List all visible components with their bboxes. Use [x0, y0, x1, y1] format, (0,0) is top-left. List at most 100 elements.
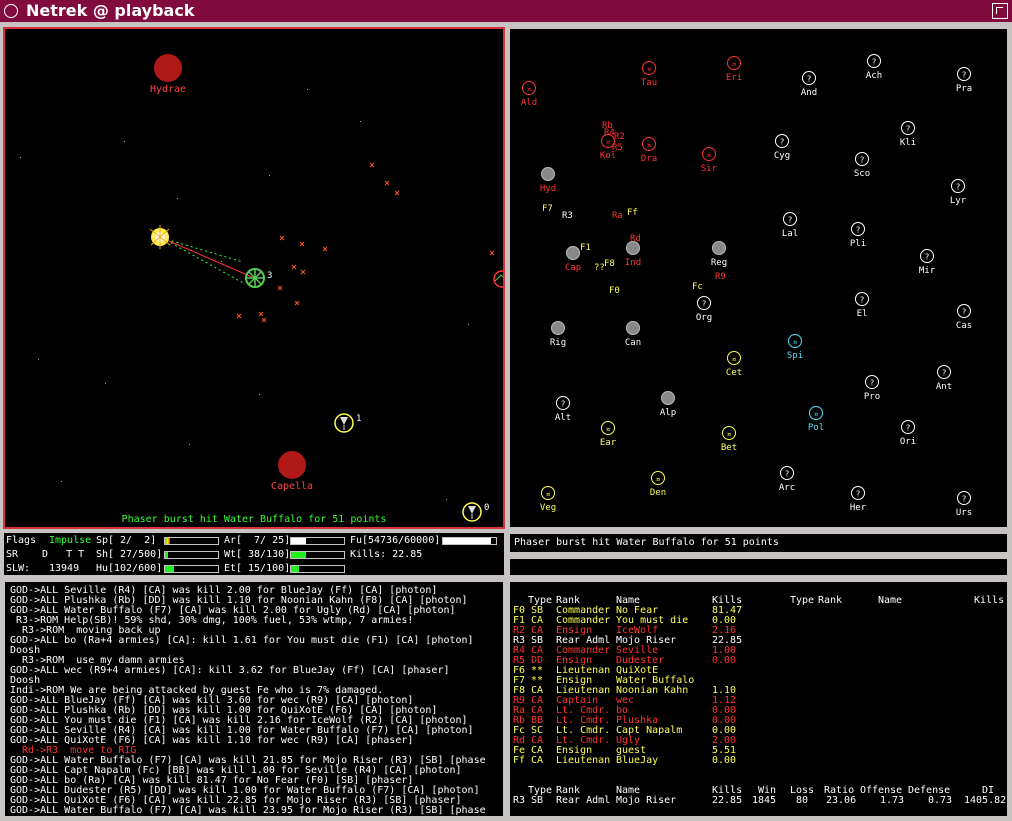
- galactic-ship-label[interactable]: Ff: [627, 208, 638, 218]
- planet-and-icon[interactable]: ?: [802, 71, 816, 85]
- svg-text:¤: ¤: [814, 410, 819, 419]
- planet-capella-icon[interactable]: [278, 451, 306, 479]
- galactic-ship-label[interactable]: R2: [614, 132, 625, 142]
- planet-lal-icon[interactable]: ?: [783, 212, 797, 226]
- planet-lyr-icon[interactable]: ?: [951, 179, 965, 193]
- svg-text:?: ?: [860, 156, 865, 165]
- planet-pra-icon[interactable]: ?: [957, 67, 971, 81]
- player-kills: 0.00: [712, 655, 737, 666]
- flags-value: Impulse: [49, 535, 92, 546]
- galactic-ship-label[interactable]: F8: [604, 259, 615, 269]
- engine-temp-bar: [290, 565, 345, 573]
- galactic-ship-label[interactable]: R9: [715, 272, 726, 282]
- planet-sir-icon[interactable]: ¤: [702, 147, 716, 161]
- planet-label: Hyd: [540, 184, 556, 194]
- federation-ship-icon[interactable]: [334, 413, 354, 433]
- planet-cas-icon[interactable]: ?: [957, 304, 971, 318]
- planet-label: Mir: [919, 266, 936, 276]
- galactic-ship-label[interactable]: Ra: [612, 211, 623, 221]
- planet-label: Alp: [660, 408, 676, 418]
- planet-spi-icon[interactable]: ¤: [788, 334, 802, 348]
- svg-text:?: ?: [807, 75, 812, 84]
- svg-text:?: ?: [872, 58, 877, 67]
- planet-alp-icon[interactable]: [661, 391, 675, 405]
- player-rank: Lieutenan: [556, 755, 611, 766]
- header-name-2: Name: [878, 595, 903, 606]
- galactic-ship-label[interactable]: F7: [542, 204, 553, 214]
- review-message: GOD->ALL wec (R9+4 armies) [CA]: kill 3.…: [10, 665, 450, 676]
- warning-text: Phaser burst hit Water Buffalo for 51 po…: [514, 537, 779, 548]
- planet-label: Org: [696, 313, 712, 323]
- speed-bar: [164, 537, 219, 545]
- summary-type: SB: [531, 795, 544, 806]
- weapon-temp-value: 38/130]: [242, 549, 291, 560]
- planet-ach-icon[interactable]: ?: [867, 54, 881, 68]
- planet-eri-icon[interactable]: ¤: [727, 56, 741, 70]
- planet-ald-icon[interactable]: ¤: [522, 81, 536, 95]
- planet-label: Can: [625, 338, 641, 348]
- planet-cyg-icon[interactable]: ?: [775, 134, 789, 148]
- speed-value: 2/ 2]: [114, 535, 157, 546]
- summary-win: 1845: [752, 795, 777, 806]
- svg-text:¤: ¤: [732, 355, 737, 364]
- planet-org-icon[interactable]: ?: [697, 296, 711, 310]
- planet-bet-icon[interactable]: ¤: [722, 426, 736, 440]
- player-kills: 0.00: [712, 755, 737, 766]
- planet-kli-icon[interactable]: ?: [901, 121, 915, 135]
- planet-cet-icon[interactable]: ¤: [727, 351, 741, 365]
- player-id: Ff: [513, 755, 526, 766]
- svg-text:?: ?: [856, 226, 861, 235]
- planet-hyd-icon[interactable]: [541, 167, 555, 181]
- planet-can-icon[interactable]: [626, 321, 640, 335]
- planet-urs-icon[interactable]: ?: [957, 491, 971, 505]
- ship-label: 0: [484, 503, 489, 513]
- planet-dra-icon[interactable]: ¤: [642, 137, 656, 151]
- planet-reg-icon[interactable]: [712, 241, 726, 255]
- edge-ship-icon[interactable]: [493, 270, 503, 288]
- galactic-ship-label[interactable]: Rd: [630, 234, 641, 244]
- planet-rig-icon[interactable]: [551, 321, 565, 335]
- galactic-ship-label[interactable]: F0: [609, 286, 620, 296]
- planet-label: Lyr: [950, 196, 967, 206]
- planet-her-icon[interactable]: ?: [851, 486, 865, 500]
- planet-hydrae-icon[interactable]: [154, 54, 182, 82]
- galactic-ship-label[interactable]: R5: [612, 143, 623, 153]
- planet-hydrae-label: Hydrae: [150, 84, 186, 95]
- planet-pli-icon[interactable]: ?: [851, 222, 865, 236]
- planet-alt-icon[interactable]: ?: [556, 396, 570, 410]
- planet-ant-icon[interactable]: ?: [937, 365, 951, 379]
- window-menu-icon[interactable]: [4, 4, 18, 18]
- review-message: GOD->ALL Water Buffalo (F7) [CA] was kil…: [10, 805, 486, 816]
- tactical-map[interactable]: Hydrae Capella 3 1 0 Phaser burst hit Wa…: [3, 27, 505, 529]
- starbase-ship-icon[interactable]: [245, 268, 265, 288]
- planet-label: Ach: [866, 71, 882, 81]
- federation-ship-icon[interactable]: [462, 502, 482, 522]
- message-input-window[interactable]: [508, 557, 1009, 577]
- phaser-beam: [161, 237, 253, 278]
- planet-tau-icon[interactable]: ¤: [642, 61, 656, 75]
- planet-label: Ear: [600, 438, 617, 448]
- galactic-ship-label[interactable]: R3: [562, 211, 573, 221]
- message-review-window[interactable]: GOD->ALL Seville (R4) [CA] was kill 2.00…: [3, 580, 505, 818]
- galactic-ship-label[interactable]: F1: [580, 243, 591, 253]
- player-list-window[interactable]: Type Rank Name Kills Type Rank Name Kill…: [508, 580, 1009, 818]
- planet-pro-icon[interactable]: ?: [865, 375, 879, 389]
- galactic-ship-label[interactable]: ??: [594, 263, 605, 273]
- planet-pol-icon[interactable]: ¤: [809, 406, 823, 420]
- planet-veg-icon[interactable]: ¤: [541, 486, 555, 500]
- planet-arc-icon[interactable]: ?: [780, 466, 794, 480]
- window-maximize-icon[interactable]: [992, 3, 1008, 19]
- svg-text:?: ?: [962, 71, 967, 80]
- planet-ori-icon[interactable]: ?: [901, 420, 915, 434]
- planet-label: Ant: [936, 382, 952, 392]
- svg-text:?: ?: [856, 490, 861, 499]
- planet-sco-icon[interactable]: ?: [855, 152, 869, 166]
- planet-mir-icon[interactable]: ?: [920, 249, 934, 263]
- planet-el-icon[interactable]: ?: [855, 292, 869, 306]
- galactic-map[interactable]: ¤ Ald ¤ Tau ¤ Eri? And? Ach? Pra? Kli ¤ Kol ¤ Dra ¤ Sir…: [508, 27, 1009, 529]
- planet-den-icon[interactable]: ¤: [651, 471, 665, 485]
- planet-cap-icon[interactable]: [566, 246, 580, 260]
- planet-ear-icon[interactable]: ¤: [601, 421, 615, 435]
- fuel-bar: [442, 537, 497, 545]
- galactic-ship-label[interactable]: Fc: [692, 282, 703, 292]
